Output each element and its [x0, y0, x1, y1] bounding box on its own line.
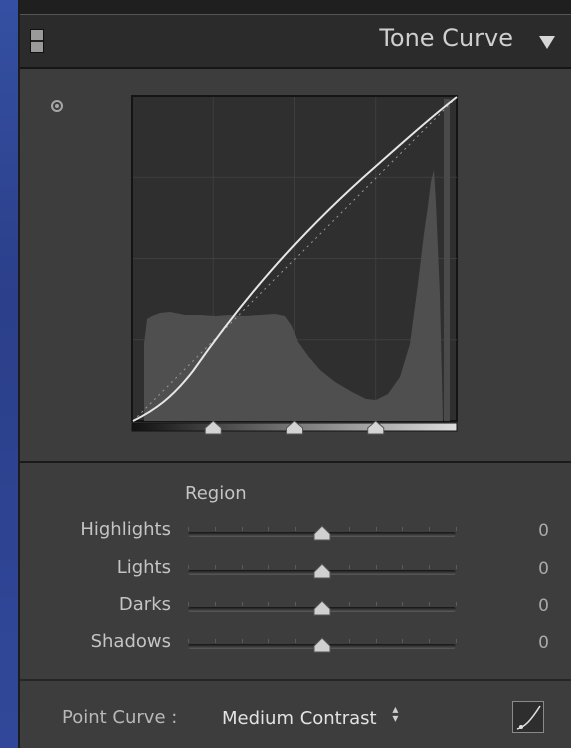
slider-tick — [295, 565, 296, 569]
slider-tick — [295, 639, 296, 643]
slider-thumb[interactable] — [313, 524, 331, 542]
region-heading: Region — [185, 483, 247, 504]
slider-thumb[interactable] — [313, 636, 331, 654]
slider-tick — [376, 527, 377, 531]
slider-tick — [429, 565, 430, 569]
slider-tick — [188, 565, 189, 569]
shadows-slider[interactable] — [188, 636, 457, 661]
desktop-background — [0, 0, 18, 748]
slider-label: Highlights — [80, 519, 171, 540]
region-section: Region Highlights 0 Lights 0 Darks 0 Sha… — [20, 463, 571, 681]
slider-value[interactable]: 0 — [538, 633, 549, 653]
slider-tick — [349, 639, 350, 643]
slider-tick — [349, 602, 350, 606]
slider-tick — [268, 565, 269, 569]
slider-tick — [295, 602, 296, 606]
slider-tick — [268, 527, 269, 531]
slider-row-highlights: Highlights 0 — [20, 517, 571, 547]
slider-tick — [242, 565, 243, 569]
slider-row-darks: Darks 0 — [20, 592, 571, 622]
point-curve-dropdown[interactable]: Medium Contrast ▴ ▾ — [222, 702, 399, 733]
slider-tick — [402, 565, 403, 569]
panel-title: Tone Curve — [379, 24, 513, 52]
slider-thumb[interactable] — [313, 562, 331, 580]
panel-header[interactable]: Tone Curve — [20, 15, 571, 69]
slider-value[interactable]: 0 — [538, 596, 549, 616]
slider-tick — [188, 602, 189, 606]
slider-label: Lights — [116, 557, 171, 578]
panel-toggle-icon[interactable] — [30, 29, 44, 53]
slider-tick — [402, 639, 403, 643]
slider-tick — [376, 602, 377, 606]
slider-tick — [376, 639, 377, 643]
point-curve-value: Medium Contrast — [222, 708, 377, 729]
slider-row-shadows: Shadows 0 — [20, 629, 571, 659]
point-curve-label: Point Curve : — [62, 707, 178, 728]
slider-tick — [349, 565, 350, 569]
edit-point-curve-icon[interactable] — [512, 701, 544, 733]
slider-tick — [456, 602, 457, 606]
slider-tick — [268, 602, 269, 606]
slider-tick — [376, 565, 377, 569]
panel-top-edge — [20, 0, 571, 15]
slider-value[interactable]: 0 — [538, 521, 549, 541]
slider-label: Shadows — [90, 631, 171, 652]
slider-row-lights: Lights 0 — [20, 555, 571, 585]
slider-tick — [402, 527, 403, 531]
slider-tick — [215, 527, 216, 531]
highlights-slider[interactable] — [188, 524, 457, 549]
tone-curve-graph[interactable] — [130, 94, 460, 436]
slider-tick — [242, 527, 243, 531]
slider-tick — [456, 639, 457, 643]
curve-editor-area — [20, 69, 571, 463]
slider-thumb[interactable] — [313, 599, 331, 617]
point-curve-bar: Point Curve : Medium Contrast ▴ ▾ — [20, 681, 571, 748]
slider-tick — [402, 602, 403, 606]
slider-tick — [215, 565, 216, 569]
histogram-clip-spike — [444, 99, 450, 421]
triangle-down-icon[interactable] — [539, 36, 555, 49]
slider-value[interactable]: 0 — [538, 559, 549, 579]
slider-label: Darks — [118, 594, 171, 615]
slider-tick — [215, 602, 216, 606]
slider-tick — [456, 565, 457, 569]
slider-tick — [429, 527, 430, 531]
slider-tick — [242, 602, 243, 606]
lights-slider[interactable] — [188, 562, 457, 587]
slider-tick — [429, 602, 430, 606]
slider-tick — [429, 639, 430, 643]
slider-tick — [268, 639, 269, 643]
slider-tick — [456, 527, 457, 531]
tone-curve-panel: Tone Curve Region Highlights 0 Lights 0 … — [18, 0, 571, 748]
darks-slider[interactable] — [188, 599, 457, 624]
updown-arrows-icon: ▴ ▾ — [392, 702, 399, 725]
slider-tick — [242, 639, 243, 643]
target-adjustment-icon[interactable] — [51, 100, 63, 112]
curve-glyph — [516, 705, 541, 730]
slider-tick — [188, 527, 189, 531]
slider-tick — [295, 527, 296, 531]
slider-tick — [188, 639, 189, 643]
slider-tick — [349, 527, 350, 531]
slider-tick — [215, 639, 216, 643]
